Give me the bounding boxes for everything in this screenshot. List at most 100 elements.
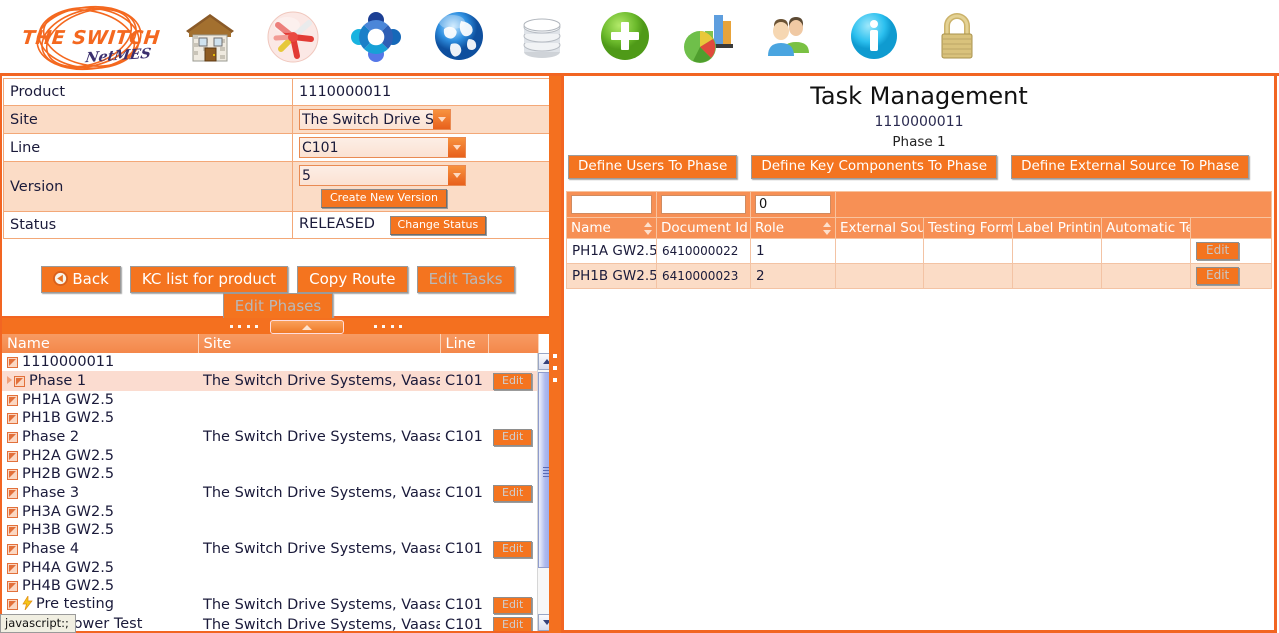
grid-row[interactable]: PH1A GW2.5 6410000022 1 Edit	[566, 238, 1273, 264]
row-edit-button[interactable]: Edit	[493, 541, 533, 558]
package-icon[interactable]	[251, 0, 334, 73]
define-users-to-phase-button[interactable]: Define Users To Phase	[568, 155, 738, 179]
row-edit-button[interactable]: Edit	[493, 429, 533, 446]
vertical-splitter-handle[interactable]	[549, 328, 561, 428]
row-checkbox-icon[interactable]	[7, 581, 18, 592]
back-button[interactable]: Back	[41, 266, 121, 293]
form-row-product: Product 1110000011	[3, 78, 555, 106]
row-checkbox-icon[interactable]	[7, 451, 18, 462]
back-arrow-icon	[53, 271, 69, 286]
tree-row[interactable]: Pre testing The Switch Drive Systems, Vaa…	[2, 595, 538, 615]
tree-row-line	[440, 391, 488, 409]
tree-row-actions	[488, 559, 538, 577]
create-new-version-button[interactable]: Create New Version	[321, 189, 447, 208]
filter-document-id-input[interactable]	[661, 195, 746, 214]
row-checkbox-icon[interactable]	[7, 488, 18, 499]
grid-header-automatic-test[interactable]: Automatic Tes	[1101, 217, 1191, 239]
row-checkbox-icon[interactable]	[7, 413, 18, 424]
grid-header-name[interactable]: Name	[566, 217, 657, 239]
tree-row[interactable]: PH2A GW2.5	[2, 447, 538, 465]
grid-cell-testing-form	[923, 263, 1013, 289]
row-edit-button[interactable]: Edit	[493, 373, 533, 390]
version-select[interactable]: 5	[299, 165, 466, 186]
row-checkbox-icon[interactable]	[14, 376, 25, 387]
define-key-components-to-phase-button[interactable]: Define Key Components To Phase	[751, 155, 997, 179]
change-status-button[interactable]: Change Status	[389, 215, 487, 235]
grid-row-edit-button[interactable]: Edit	[1196, 242, 1240, 260]
home-icon[interactable]	[168, 0, 251, 73]
grid-header-testing-form[interactable]: Testing Form	[923, 217, 1013, 239]
info-icon[interactable]	[832, 0, 915, 73]
grid-cell-name: PH1B GW2.5	[566, 263, 657, 289]
line-select[interactable]: C101	[299, 137, 466, 158]
globe-icon[interactable]	[417, 0, 500, 73]
tree-row[interactable]: PH3A GW2.5	[2, 503, 538, 521]
expand-arrow-icon[interactable]	[7, 376, 12, 384]
filter-name-input[interactable]	[571, 195, 652, 214]
vsplit-grip-dot	[553, 378, 557, 382]
tree-row-name: 1110000011	[22, 354, 115, 370]
grid-cell-automatic-test	[1101, 238, 1191, 264]
form-row-status: Status RELEASED Change Status	[3, 211, 555, 239]
row-checkbox-icon[interactable]	[7, 544, 18, 555]
tree-row[interactable]: PH4B GW2.5	[2, 577, 538, 595]
row-checkbox-icon[interactable]	[7, 563, 18, 574]
site-select[interactable]: The Switch Drive Syst	[299, 109, 451, 130]
tree-row-line	[440, 465, 488, 483]
edit-phases-button: Edit Phases	[222, 293, 334, 320]
grid-header-external-source[interactable]: External Sour	[835, 217, 924, 239]
tree-row[interactable]: PH1B GW2.5	[2, 409, 538, 427]
copy-route-button[interactable]: Copy Route	[297, 266, 408, 293]
splitter-collapse-button[interactable]	[270, 320, 344, 334]
users-icon[interactable]	[749, 0, 832, 73]
grid-header-document-id[interactable]: Document Id	[656, 217, 751, 239]
lock-icon[interactable]	[915, 0, 998, 73]
grid-header-label-printing[interactable]: Label Printing	[1012, 217, 1102, 239]
row-checkbox-icon[interactable]	[7, 469, 18, 480]
grid-row-edit-button[interactable]: Edit	[1196, 267, 1240, 285]
database-icon[interactable]	[500, 0, 583, 73]
tree-row-line: C101	[440, 483, 488, 503]
tree-row[interactable]: Phase 3 The Switch Drive Systems, Vaasa C1…	[2, 483, 538, 503]
grid-row[interactable]: PH1B GW2.5 6410000023 2 Edit	[566, 263, 1273, 289]
row-checkbox-icon[interactable]	[7, 432, 18, 443]
phase-tree-panel: Name Site Line 1110000011 Phase 1 The Swit…	[0, 334, 558, 633]
tree-row[interactable]: Phase 4 The Switch Drive Systems, Vaasa C1…	[2, 539, 538, 559]
row-checkbox-icon[interactable]	[7, 525, 18, 536]
reports-chart-icon[interactable]	[666, 0, 749, 73]
row-edit-button[interactable]: Edit	[493, 485, 533, 502]
add-icon[interactable]	[583, 0, 666, 73]
tree-row[interactable]: PH4A GW2.5	[2, 559, 538, 577]
tree-row[interactable]: 1110000011	[2, 353, 538, 371]
tree-row[interactable]: Phase 2 The Switch Drive Systems, Vaasa C1…	[2, 427, 538, 447]
page-title: Task Management	[810, 82, 1028, 110]
tree-row-site	[198, 577, 440, 595]
horizontal-splitter[interactable]	[0, 318, 558, 334]
row-edit-button[interactable]: Edit	[493, 617, 533, 631]
app-logo: THE SWITCH NetMES	[8, 2, 168, 74]
line-select-wrapper: C101	[299, 137, 466, 158]
tree-row[interactable]: PH2B GW2.5	[2, 465, 538, 483]
define-external-source-to-phase-button[interactable]: Define External Source To Phase	[1011, 155, 1250, 179]
tree-row[interactable]: Full Power Test The Switch Drive Systems,…	[2, 615, 538, 631]
grid-header-role[interactable]: Role	[750, 217, 836, 239]
process-icon[interactable]	[334, 0, 417, 73]
tree-row[interactable]: PH1A GW2.5	[2, 391, 538, 409]
filter-cell-empty	[834, 191, 1273, 218]
tree-row-actions: Edit	[488, 427, 538, 447]
tree-header-site[interactable]: Site	[198, 334, 441, 353]
line-label: Line	[3, 133, 293, 162]
row-checkbox-icon[interactable]	[7, 507, 18, 518]
tree-header-line[interactable]: Line	[440, 334, 489, 353]
row-checkbox-icon[interactable]	[7, 357, 18, 368]
tree-row[interactable]: PH3B GW2.5	[2, 521, 538, 539]
row-checkbox-icon[interactable]	[7, 395, 18, 406]
grid-cell-role: 2	[750, 263, 836, 289]
row-checkbox-icon[interactable]	[7, 599, 18, 610]
tree-header-name[interactable]: Name	[2, 334, 199, 353]
filter-role-input[interactable]	[755, 195, 831, 214]
tree-row[interactable]: Phase 1 The Switch Drive Systems, Vaasa C1…	[2, 371, 538, 391]
row-edit-button[interactable]: Edit	[493, 597, 533, 614]
top-toolbar: THE SWITCH NetMES	[0, 0, 1279, 76]
kc-list-for-product-button[interactable]: KC list for product	[129, 266, 289, 293]
